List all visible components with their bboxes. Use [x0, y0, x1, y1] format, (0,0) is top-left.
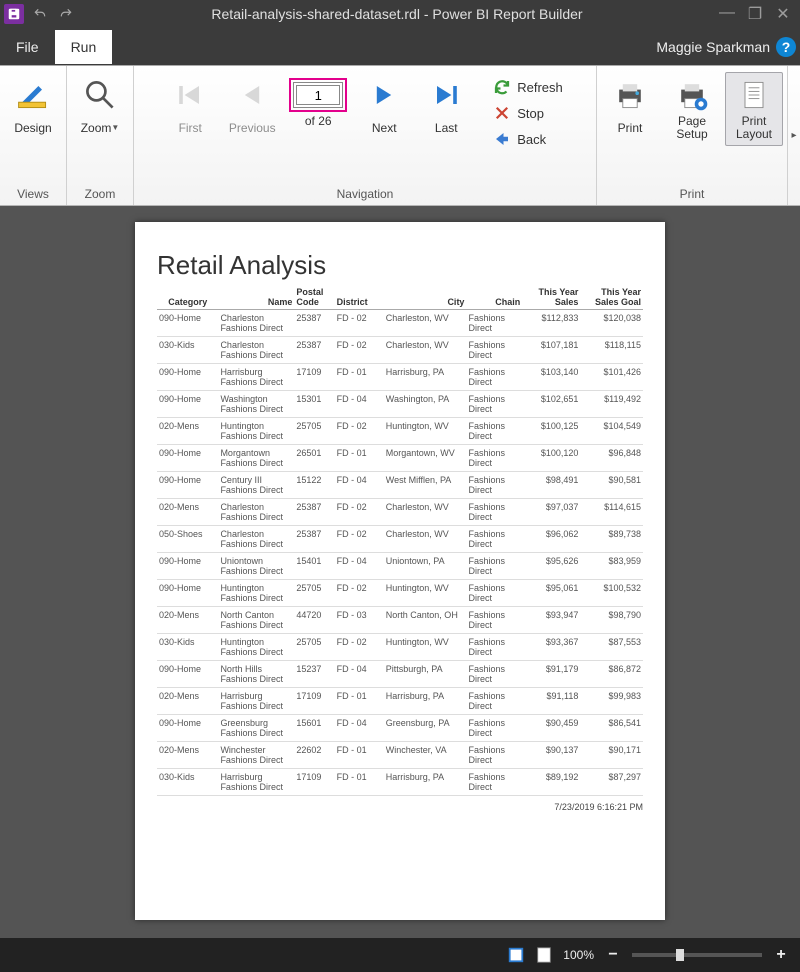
save-icon[interactable]	[4, 4, 24, 24]
page-setup-button[interactable]: Page Setup	[663, 72, 721, 146]
view-mode-2-icon[interactable]	[535, 946, 553, 964]
file-tab[interactable]: File	[0, 30, 55, 64]
table-row: 090-HomeUniontown Fashions Direct15401FD…	[157, 553, 643, 580]
print-button[interactable]: Print	[601, 72, 659, 146]
page-count-label: of 26	[305, 114, 332, 128]
stop-icon	[493, 104, 511, 122]
ribbon-tabs: File Run Maggie Sparkman ?	[0, 28, 800, 66]
previous-button[interactable]: Previous	[223, 72, 281, 146]
table-row: 030-KidsHuntington Fashions Direct25705F…	[157, 634, 643, 661]
table-row: 090-HomeWashington Fashions Direct15301F…	[157, 391, 643, 418]
zoom-button[interactable]: Zoom▼	[71, 72, 129, 146]
last-button[interactable]: Last	[417, 72, 475, 146]
stop-button[interactable]: Stop	[487, 102, 569, 124]
zoom-out-button[interactable]: −	[604, 946, 622, 964]
table-row: 090-HomeGreensburg Fashions Direct15601F…	[157, 715, 643, 742]
report-page: Retail Analysis Category Name Postal Cod…	[135, 222, 665, 920]
print-layout-button[interactable]: Print Layout	[725, 72, 783, 146]
report-title: Retail Analysis	[157, 250, 643, 281]
table-row: 020-MensHuntington Fashions Direct25705F…	[157, 418, 643, 445]
table-row: 020-MensNorth Canton Fashions Direct4472…	[157, 607, 643, 634]
refresh-button[interactable]: Refresh	[487, 76, 569, 98]
back-icon	[493, 130, 511, 148]
table-row: 050-ShoesCharleston Fashions Direct25387…	[157, 526, 643, 553]
minimize-icon[interactable]: —	[718, 4, 736, 24]
zoom-level: 100%	[563, 948, 594, 962]
table-row: 030-KidsCharleston Fashions Direct25387F…	[157, 337, 643, 364]
table-row: 020-MensCharleston Fashions Direct25387F…	[157, 499, 643, 526]
table-row: 090-HomeHarrisburg Fashions Direct17109F…	[157, 364, 643, 391]
previous-icon	[234, 77, 270, 113]
table-row: 020-MensHarrisburg Fashions Direct17109F…	[157, 688, 643, 715]
table-row: 090-HomeNorth Hills Fashions Direct15237…	[157, 661, 643, 688]
table-row: 090-HomeCharleston Fashions Direct25387F…	[157, 310, 643, 337]
page-number-input[interactable]	[293, 82, 343, 108]
status-bar: 100% − +	[0, 938, 800, 972]
report-timestamp: 7/23/2019 6:16:21 PM	[157, 802, 643, 812]
first-button[interactable]: First	[161, 72, 219, 146]
back-button[interactable]: Back	[487, 128, 569, 150]
close-icon[interactable]: ✕	[774, 4, 792, 24]
table-row: 020-MensWinchester Fashions Direct22602F…	[157, 742, 643, 769]
print-layout-icon	[736, 77, 772, 113]
user-name: Maggie Sparkman	[656, 39, 770, 55]
zoom-icon	[82, 77, 118, 113]
run-tab[interactable]: Run	[55, 30, 113, 64]
ribbon: Design Views Zoom▼ Zoom Fi	[0, 66, 800, 206]
title-bar: Retail-analysis-shared-dataset.rdl - Pow…	[0, 0, 800, 28]
last-icon	[428, 77, 464, 113]
table-row: 090-HomeMorgantown Fashions Direct26501F…	[157, 445, 643, 472]
maximize-icon[interactable]: ❐	[746, 4, 764, 24]
refresh-icon	[493, 78, 511, 96]
view-mode-1-icon[interactable]	[507, 946, 525, 964]
next-icon	[366, 77, 402, 113]
design-icon	[15, 77, 51, 113]
zoom-slider[interactable]	[632, 953, 762, 957]
first-icon	[172, 77, 208, 113]
print-icon	[612, 77, 648, 113]
report-canvas: Retail Analysis Category Name Postal Cod…	[0, 206, 800, 938]
chevron-down-icon: ▼	[111, 125, 119, 131]
ribbon-overflow-icon[interactable]: ▸	[788, 66, 800, 205]
table-row: 030-KidsHarrisburg Fashions Direct17109F…	[157, 769, 643, 796]
page-setup-icon	[674, 77, 710, 113]
table-row: 090-HomeHuntington Fashions Direct25705F…	[157, 580, 643, 607]
undo-icon[interactable]	[30, 4, 50, 24]
next-button[interactable]: Next	[355, 72, 413, 146]
report-table: Category Name Postal Code District City …	[157, 285, 643, 796]
design-button[interactable]: Design	[4, 72, 62, 146]
table-row: 090-HomeCentury III Fashions Direct15122…	[157, 472, 643, 499]
help-icon[interactable]: ?	[776, 37, 796, 57]
zoom-in-button[interactable]: +	[772, 946, 790, 964]
redo-icon[interactable]	[56, 4, 76, 24]
window-title: Retail-analysis-shared-dataset.rdl - Pow…	[76, 6, 718, 22]
